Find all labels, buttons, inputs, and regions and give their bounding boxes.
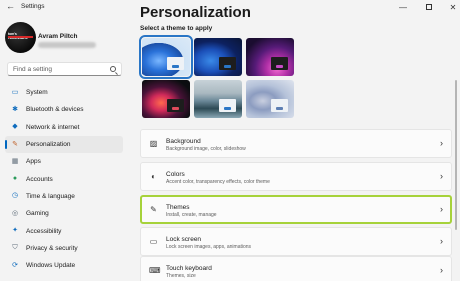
brush-icon: ✎ (150, 205, 157, 214)
chevron-right-icon: › (440, 138, 443, 148)
theme-heading: Select a theme to apply (140, 25, 213, 32)
theme-preview-window (167, 57, 184, 70)
back-arrow-icon[interactable]: ← (6, 1, 15, 11)
card-background[interactable]: ▨ Background Background image, color, slid… (140, 129, 452, 158)
sidebar-nav: ▭ System ✱ Bluetooth & devices ◆ Network & in… (5, 84, 123, 274)
sidebar-item-label: Gaming (26, 210, 49, 218)
card-subtitle: Install, create, manage (166, 212, 217, 218)
close-button[interactable]: ✕ (440, 0, 460, 14)
sidebar-item-personalization[interactable]: ✎ Personalization (5, 135, 123, 154)
card-subtitle: Background image, color, slideshow (166, 146, 246, 152)
sidebar-item-label: System (26, 89, 48, 97)
sidebar-item-privacy-security[interactable]: ⛉ Privacy & security (5, 240, 123, 257)
search-placeholder: Find a setting (13, 66, 53, 73)
card-title: Themes (166, 204, 190, 211)
search-input[interactable]: Find a setting (7, 62, 122, 76)
theme-thumbnail-windows-light[interactable] (139, 35, 193, 79)
theme-preview-window (219, 57, 236, 70)
controller-icon: ◎ (11, 209, 19, 217)
sidebar-item-system[interactable]: ▭ System (5, 84, 123, 101)
user-email-redacted (38, 42, 96, 48)
user-name: Avram Piltch (38, 33, 78, 40)
sidebar-item-accounts[interactable]: ● Accounts (5, 170, 123, 187)
theme-preview-window (271, 99, 288, 112)
apps-icon: ▦ (11, 157, 19, 165)
maximize-icon (426, 4, 432, 10)
update-icon: ⟳ (12, 261, 18, 269)
accessibility-icon: ✦ (12, 227, 18, 235)
sidebar-item-label: Windows Update (26, 262, 76, 270)
card-title: Colors (166, 171, 185, 178)
clock-icon: ◷ (11, 192, 19, 200)
maximize-button[interactable] (416, 0, 442, 14)
chevron-right-icon: › (440, 171, 443, 181)
image-icon: ▨ (149, 139, 158, 148)
keyboard-icon: ⌨ (149, 266, 161, 275)
sidebar-item-bluetooth-devices[interactable]: ✱ Bluetooth & devices (5, 101, 123, 118)
palette-icon: ◐ (151, 172, 156, 181)
scrollbar[interactable] (455, 80, 457, 230)
sidebar-item-label: Network & internet (26, 123, 80, 131)
theme-preview-window (219, 99, 236, 112)
bluetooth-icon: ✱ (12, 105, 18, 113)
sidebar-item-time-language[interactable]: ◷ Time & language (5, 188, 123, 205)
theme-thumbnail-sunrise[interactable] (194, 80, 242, 118)
sidebar-item-label: Privacy & security (26, 244, 78, 252)
sidebar-item-gaming[interactable]: ◎ Gaming (5, 205, 123, 222)
sidebar-item-windows-update[interactable]: ⟳ Windows Update (5, 257, 123, 274)
brush-icon: ✎ (12, 140, 18, 148)
chevron-right-icon: › (440, 204, 443, 214)
theme-thumbnail-flow[interactable] (246, 80, 294, 118)
card-lock-screen[interactable]: ▭ Lock screen Lock screen images, apps, an… (140, 227, 452, 256)
card-subtitle: Themes, size (166, 273, 196, 279)
chevron-right-icon: › (440, 236, 443, 246)
avatar: tom's HARDWARE (5, 22, 36, 53)
card-colors[interactable]: ◐ Colors Accent color, transparency effect… (140, 162, 452, 191)
avatar-logo: tom's HARDWARE (8, 32, 28, 40)
theme-preview-window (271, 57, 288, 70)
page-title: Personalization (140, 4, 251, 21)
sidebar-item-label: Accessibility (26, 227, 62, 235)
monitor-icon: ▭ (11, 88, 19, 96)
sidebar-item-label: Bluetooth & devices (26, 106, 84, 114)
theme-thumbnail-captured-motion[interactable] (142, 80, 190, 118)
card-themes[interactable]: ✎ Themes Install, create, manage › (140, 195, 452, 224)
card-subtitle: Accent color, transparency effects, colo… (166, 179, 270, 185)
card-title: Touch keyboard (166, 265, 212, 272)
card-touch-keyboard[interactable]: ⌨ Touch keyboard Themes, size › (140, 256, 452, 281)
sidebar-item-label: Personalization (26, 141, 71, 149)
chevron-right-icon: › (440, 265, 443, 275)
sidebar-item-accessibility[interactable]: ✦ Accessibility (5, 222, 123, 239)
wifi-icon: ◆ (12, 123, 18, 131)
theme-thumbnail-windows-dark[interactable] (194, 38, 242, 76)
shield-icon: ⛉ (12, 244, 18, 252)
search-icon (110, 66, 116, 72)
card-title: Background (166, 138, 201, 145)
sidebar-item-label: Apps (26, 158, 41, 166)
sidebar-item-label: Accounts (26, 175, 53, 183)
theme-preview-window (167, 99, 184, 112)
minimize-button[interactable]: — (390, 0, 416, 14)
sidebar-item-apps[interactable]: ▦ Apps (5, 153, 123, 170)
close-icon: ✕ (449, 2, 457, 12)
person-icon: ● (12, 175, 18, 183)
card-title: Lock screen (166, 236, 202, 243)
lock-screen-icon: ▭ (149, 237, 158, 246)
sidebar-item-network-internet[interactable]: ◆ Network & internet (5, 119, 123, 136)
theme-thumbnail-glow[interactable] (246, 38, 294, 76)
card-subtitle: Lock screen images, apps, animations (166, 244, 252, 250)
minimize-icon: — (399, 2, 407, 12)
sidebar-item-label: Time & language (26, 192, 75, 200)
app-title: Settings (21, 3, 45, 10)
